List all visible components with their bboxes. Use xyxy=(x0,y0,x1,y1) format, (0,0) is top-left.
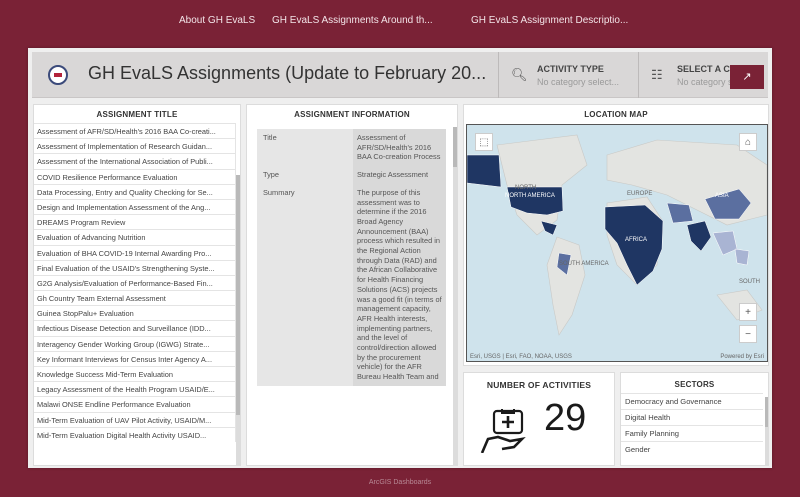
country-label: SELECT A CO xyxy=(677,64,737,74)
activity-count-value: 29 xyxy=(544,397,587,439)
assignment-list-item[interactable]: Evaluation of BHA COVID-19 Internal Awar… xyxy=(34,244,236,260)
sectors-scrollbar[interactable] xyxy=(765,397,768,465)
assignment-list-item[interactable]: Key Informant Interviews for Census Inte… xyxy=(34,350,236,366)
info-value: Strategic Assessment xyxy=(353,166,446,184)
assignment-scrollbar[interactable] xyxy=(236,175,240,465)
info-key: Summary xyxy=(257,183,353,386)
sector-list-item[interactable]: Digital Health xyxy=(621,409,763,425)
nav-assignment-descriptions-link[interactable]: GH EvaLS Assignment Descriptio... xyxy=(471,15,628,26)
info-row-title: Title Assessment of AFR/SD/Health's 2016… xyxy=(257,129,446,167)
zoom-in-button[interactable]: + xyxy=(739,303,757,321)
info-scrollbar[interactable] xyxy=(453,127,457,465)
select-tool-icon[interactable]: ⬚ xyxy=(475,133,493,151)
map-label-europe: EUROPE xyxy=(627,191,653,197)
assignment-list-item[interactable]: Mid-Term Evaluation Digital Health Activ… xyxy=(34,426,236,442)
assignment-list-item[interactable]: Data Processing, Entry and Quality Check… xyxy=(34,183,236,199)
world-map[interactable]: NORTH NORTH AMERICA EUROPE ASIA AFRICA S… xyxy=(466,124,768,362)
alaska-region xyxy=(467,154,502,188)
assignment-list-item[interactable]: Guinea StopPalu+ Evaluation xyxy=(34,305,236,321)
assignment-list-item[interactable]: Interagency Gender Working Group (IGWG) … xyxy=(34,335,236,351)
assignment-info-heading: ASSIGNMENT INFORMATION xyxy=(294,110,410,119)
info-row-summary: Summary The purpose of this assessment w… xyxy=(257,183,446,386)
assignment-list-item[interactable]: COVID Resilience Performance Evaluation xyxy=(34,168,236,184)
assignment-list-item[interactable]: DREAMS Program Review xyxy=(34,214,236,230)
assignment-list-item[interactable]: Evaluation of Advancing Nutrition xyxy=(34,229,236,245)
se-asia-region xyxy=(712,230,738,256)
location-map-panel: LOCATION MAP NORTH NORTH AMERICA EUROPE … xyxy=(463,104,769,366)
info-value: The purpose of this assessment was to de… xyxy=(353,183,446,386)
assignment-list-item[interactable]: Gh Country Team External Assessment xyxy=(34,290,236,306)
activity-type-label: ACTIVITY TYPE xyxy=(537,64,604,74)
map-attribution: Esri, USGS | Esri, FAO, NOAA, USGS xyxy=(470,354,572,360)
middle-east-region xyxy=(666,202,694,224)
document-icon: ☷ xyxy=(651,67,663,82)
home-icon[interactable]: ⌂ xyxy=(739,133,757,151)
assignment-list-item[interactable]: Knowledge Success Mid-Term Evaluation xyxy=(34,366,236,382)
assignment-info-panel: ASSIGNMENT INFORMATION Title Assessment … xyxy=(246,104,458,466)
zoom-out-button[interactable]: − xyxy=(739,325,757,343)
dashboard: GH EvaLS Assignments (Update to February… xyxy=(28,48,772,468)
search-icon: 🔍︎ xyxy=(511,67,528,82)
assignment-list-item[interactable]: Assessment of the International Associat… xyxy=(34,153,236,169)
sectors-heading: SECTORS xyxy=(674,380,715,389)
map-canvas xyxy=(467,134,767,336)
dashboard-header: GH EvaLS Assignments (Update to February… xyxy=(32,52,768,98)
page-title: GH EvaLS Assignments (Update to February… xyxy=(88,63,487,83)
nav-about-link[interactable]: About GH EvaLS xyxy=(179,15,255,26)
activity-type-placeholder: No category select... xyxy=(537,77,620,87)
location-map-heading: LOCATION MAP xyxy=(584,110,648,119)
esri-powered-by[interactable]: Powered by Esri xyxy=(720,354,764,360)
share-icon[interactable]: ↗ xyxy=(730,65,764,89)
indonesia-region xyxy=(734,248,750,266)
assignment-scroll-thumb[interactable] xyxy=(236,175,240,415)
assignment-list-item[interactable]: G2G Analysis/Evaluation of Performance-B… xyxy=(34,274,236,291)
choropleth-light-layer xyxy=(712,230,750,266)
assignment-list-item[interactable]: Design and Implementation Assessment of … xyxy=(34,198,236,215)
assignment-title-heading: ASSIGNMENT TITLE xyxy=(96,110,178,119)
activity-type-selector[interactable]: 🔍︎ ACTIVITY TYPE No category select... xyxy=(498,52,638,98)
assignment-list-item[interactable]: Final Evaluation of the USAID's Strength… xyxy=(34,259,236,275)
map-label-south-america: SOUTH AMERICA xyxy=(559,261,609,267)
sector-list: Democracy and Governance Digital Health Fa… xyxy=(621,391,768,457)
medical-kit-icon xyxy=(480,409,526,453)
info-key: Title xyxy=(257,129,353,167)
activity-count-heading: NUMBER OF ACTIVITIES xyxy=(486,380,592,390)
sectors-panel: SECTORS Democracy and Governance Digital … xyxy=(620,372,769,466)
top-navigation: About GH EvaLS GH EvaLS Assignments Arou… xyxy=(0,0,800,42)
country-placeholder: No category se xyxy=(677,77,738,87)
nav-assignments-around-link[interactable]: GH EvaLS Assignments Around th... xyxy=(272,15,433,26)
map-label-south: SOUTH xyxy=(739,279,760,285)
info-scroll-thumb[interactable] xyxy=(453,127,457,167)
activity-count-panel: NUMBER OF ACTIVITIES 29 xyxy=(463,372,615,466)
assignment-list-item[interactable]: Assessment of AFR/SD/Health's 2016 BAA C… xyxy=(34,123,236,139)
india-region xyxy=(686,220,712,252)
info-value: Assessment of AFR/SD/Health's 2016 BAA C… xyxy=(353,129,446,167)
map-label-africa: AFRICA xyxy=(625,237,648,243)
assignment-list-item[interactable]: Assessment of Implementation of Research… xyxy=(34,138,236,154)
sector-list-item[interactable]: Democracy and Governance xyxy=(621,393,763,409)
sectors-scroll-thumb[interactable] xyxy=(765,397,768,427)
assignment-list-item[interactable]: Malawi ONSE Endline Performance Evaluati… xyxy=(34,396,236,412)
map-label-asia: ASIA xyxy=(715,193,729,199)
assignment-info-table: Title Assessment of AFR/SD/Health's 2016… xyxy=(257,129,446,386)
usaid-logo xyxy=(48,65,68,85)
footer-caption: ArcGIS Dashboards xyxy=(368,479,432,486)
info-row-type: Type Strategic Assessment xyxy=(257,166,446,184)
assignment-list: Assessment of AFR/SD/Health's 2016 BAA C… xyxy=(34,123,240,442)
assignment-list-item[interactable]: Legacy Assessment of the Health Program … xyxy=(34,381,236,397)
info-key: Type xyxy=(257,166,353,184)
assignment-title-panel: ASSIGNMENT TITLE Assessment of AFR/SD/He… xyxy=(33,104,241,466)
assignment-list-item[interactable]: Infectious Disease Detection and Surveil… xyxy=(34,320,236,336)
assignment-list-item[interactable]: Mid-Term Evaluation of UAV Pilot Activit… xyxy=(34,411,236,427)
sector-list-item[interactable]: Gender xyxy=(621,441,763,457)
map-label-north-america: NORTH AMERICA xyxy=(505,193,555,199)
sector-list-item[interactable]: Family Planning xyxy=(621,425,763,441)
map-label-north: NORTH xyxy=(515,185,537,191)
